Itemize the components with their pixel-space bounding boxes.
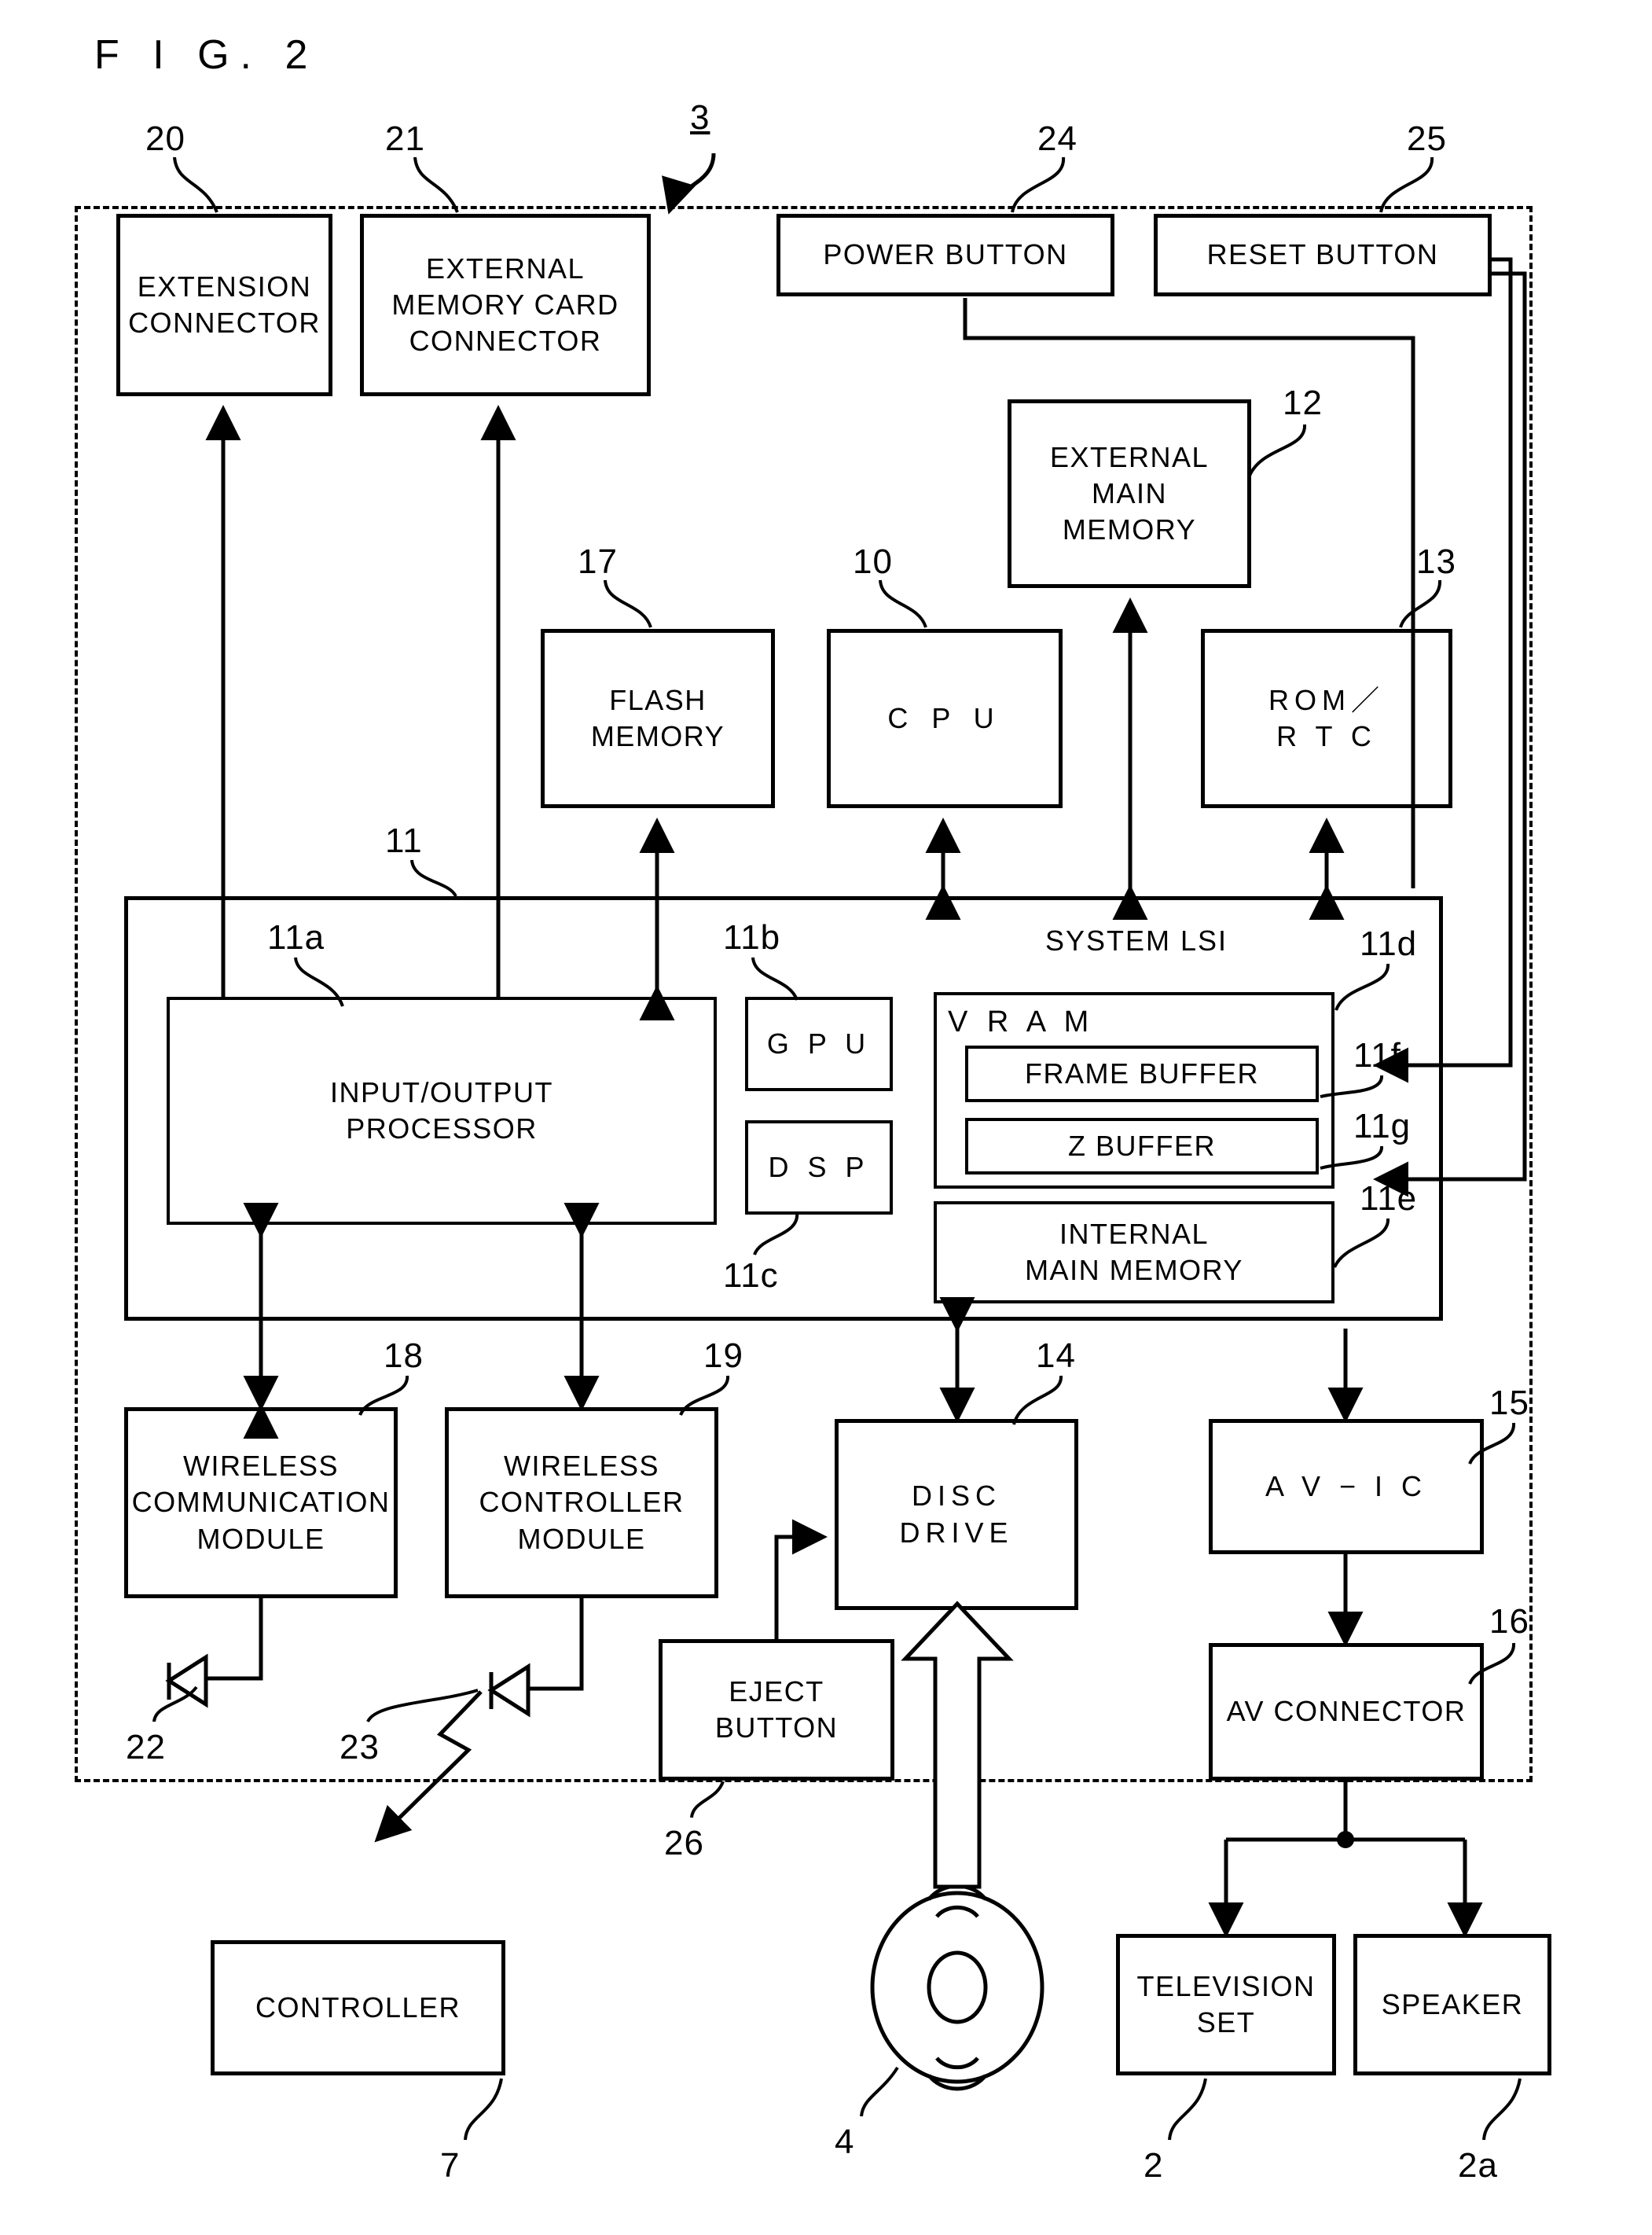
power-button-block: POWER BUTTON (776, 214, 1114, 296)
external-main-memory-block: EXTERNAL MAIN MEMORY (1008, 399, 1251, 588)
av-ic-block: A V − I C (1209, 1419, 1484, 1554)
ref-20: 20 (145, 119, 185, 158)
gpu-block: G P U (745, 997, 893, 1091)
speaker-label: SPEAKER (1381, 1987, 1524, 2020)
av-ic-label: A V − I C (1265, 1469, 1428, 1502)
frame-buffer-block: FRAME BUFFER (965, 1046, 1319, 1102)
wireless-communication-module-label: WIRELESS COMMUNICATION MODULE (131, 1450, 391, 1555)
av-connector-block: AV CONNECTOR (1209, 1643, 1484, 1781)
av-split-junction-dot (1337, 1831, 1354, 1848)
ref-11d: 11d (1360, 925, 1418, 963)
flash-memory-block: FLASH MEMORY (541, 629, 775, 808)
ref-11b: 11b (723, 918, 781, 957)
ref-25: 25 (1407, 119, 1447, 158)
disc-drive-label: DISC DRIVE (899, 1480, 1014, 1549)
av-connector-label: AV CONNECTOR (1226, 1695, 1467, 1728)
speaker-block: SPEAKER (1353, 1934, 1551, 2075)
ref-24: 24 (1037, 119, 1077, 158)
ref-16: 16 (1489, 1602, 1529, 1641)
dsp-label: D S P (768, 1150, 870, 1183)
ref-18: 18 (384, 1336, 424, 1375)
controller-block: CONTROLLER (211, 1940, 505, 2075)
frame-buffer-label: FRAME BUFFER (1024, 1057, 1259, 1090)
ref-11e: 11e (1360, 1179, 1418, 1218)
ref-7: 7 (440, 2146, 461, 2185)
patent-figure-page: F I G. 2 EXTENSION CONNECTOR 20 EXTERNAL… (0, 0, 1652, 2235)
reset-button-block: RESET BUTTON (1154, 214, 1492, 296)
ref-23: 23 (340, 1728, 380, 1766)
television-set-block: TELEVISION SET (1116, 1934, 1336, 2075)
ref-11a: 11a (267, 918, 325, 957)
internal-main-memory-block: INTERNAL MAIN MEMORY (934, 1201, 1334, 1303)
television-set-label: TELEVISION SET (1136, 1969, 1316, 2038)
io-processor-label: INPUT/OUTPUT PROCESSOR (330, 1075, 553, 1145)
ref-11f: 11f (1353, 1036, 1401, 1075)
ref-22: 22 (126, 1728, 166, 1766)
power-button-label: POWER BUTTON (823, 238, 1068, 271)
ref-19: 19 (703, 1336, 743, 1375)
ref-15: 15 (1489, 1384, 1529, 1422)
external-memory-card-connector-label: EXTERNAL MEMORY CARD CONNECTOR (391, 252, 619, 358)
cpu-label: C P U (887, 701, 1002, 734)
controller-label: CONTROLLER (255, 1991, 461, 2024)
ref-21: 21 (385, 119, 425, 158)
eject-button-block: EJECT BUTTON (659, 1639, 894, 1781)
cpu-block: C P U (827, 629, 1063, 808)
ref-17: 17 (578, 542, 618, 581)
external-memory-card-connector-block: EXTERNAL MEMORY CARD CONNECTOR (360, 214, 651, 396)
ref-4: 4 (835, 2123, 855, 2161)
ref-14: 14 (1036, 1336, 1076, 1375)
rom-rtc-label: ROM／ R T C (1268, 683, 1385, 752)
figure-title: F I G. 2 (94, 32, 319, 78)
internal-main-memory-label: INTERNAL MAIN MEMORY (1025, 1217, 1243, 1286)
disc-drive-block: DISC DRIVE (835, 1419, 1078, 1610)
wireless-controller-module-block: WIRELESS CONTROLLER MODULE (445, 1407, 718, 1598)
external-main-memory-label: EXTERNAL MAIN MEMORY (1049, 440, 1210, 546)
wireless-communication-module-block: WIRELESS COMMUNICATION MODULE (124, 1407, 398, 1598)
rom-rtc-block: ROM／ R T C (1201, 629, 1452, 808)
system-lsi-label: SYSTEM LSI (1045, 925, 1228, 957)
ref-12: 12 (1283, 384, 1323, 422)
eject-button-label: EJECT BUTTON (714, 1674, 839, 1744)
vram-label: V R A M (948, 1005, 1095, 1038)
z-buffer-block: Z BUFFER (965, 1118, 1319, 1174)
ref-13: 13 (1416, 542, 1456, 581)
extension-connector-block: EXTENSION CONNECTOR (116, 214, 332, 396)
optical-disc-icon (870, 1884, 1044, 2091)
ref-11: 11 (385, 822, 423, 860)
ref-2: 2 (1144, 2146, 1164, 2185)
extension-connector-label: EXTENSION CONNECTOR (128, 270, 321, 339)
ref-10: 10 (853, 542, 893, 581)
ref-11c: 11c (723, 1256, 779, 1295)
ref-11g: 11g (1353, 1107, 1412, 1145)
ref-3-system: 3 (690, 98, 710, 137)
gpu-label: G P U (766, 1027, 872, 1060)
wireless-controller-module-label: WIRELESS CONTROLLER MODULE (479, 1450, 685, 1555)
io-processor-block: INPUT/OUTPUT PROCESSOR (167, 997, 717, 1225)
z-buffer-label: Z BUFFER (1068, 1129, 1216, 1162)
ref-2a: 2a (1458, 2146, 1498, 2185)
ref-26: 26 (664, 1824, 704, 1862)
reset-button-label: RESET BUTTON (1206, 238, 1439, 271)
flash-memory-label: FLASH MEMORY (590, 683, 725, 752)
dsp-block: D S P (745, 1120, 893, 1215)
